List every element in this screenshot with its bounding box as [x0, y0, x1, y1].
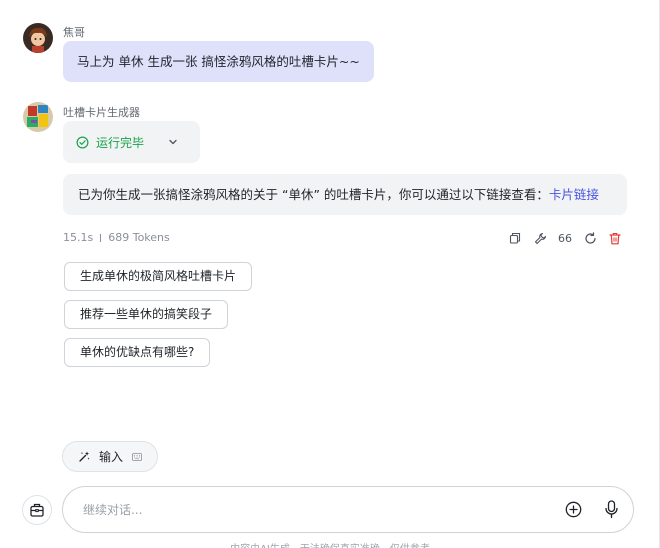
check-circle-icon — [76, 136, 89, 148]
response-meta: 15.1s 689 Tokens — [63, 231, 170, 244]
bot-avatar[interactable] — [23, 102, 53, 132]
message-input[interactable] — [83, 487, 543, 532]
copy-button[interactable] — [507, 230, 523, 246]
card-link[interactable]: 卡片链接 — [549, 187, 599, 202]
suggestion-item[interactable]: 生成单休的极简风格吐槽卡片 — [64, 262, 253, 291]
chat-panel: 焦哥 马上为 单休 生成一张 搞怪涂鸦风格的吐槽卡片~~ 吐槽卡片生成器 运行完… — [0, 0, 660, 548]
side-toolbox-button[interactable] — [22, 495, 52, 525]
ai-disclaimer: 内容由AI生成，无法确保真实准确，仅供参考 — [0, 540, 660, 548]
response-time: 15.1s — [63, 231, 94, 244]
sparkle-icon — [79, 451, 90, 462]
suggestion-item[interactable]: 推荐一些单休的搞笑段子 — [64, 300, 229, 329]
plus-circle-icon[interactable] — [565, 501, 582, 518]
quote-icon: 66 — [558, 231, 572, 245]
input-mode-label: 输入 — [99, 450, 124, 464]
keyboard-icon — [132, 452, 142, 461]
message-composer — [62, 486, 634, 533]
regenerate-button[interactable] — [582, 230, 598, 246]
run-status-label: 运行完毕 — [96, 135, 145, 150]
briefcase-icon — [30, 503, 44, 517]
meta-divider — [100, 233, 102, 242]
user-avatar[interactable] — [23, 23, 53, 53]
user-message-bubble: 马上为 单休 生成一张 搞怪涂鸦风格的吐槽卡片~~ — [63, 41, 374, 82]
chevron-down-icon[interactable] — [168, 137, 178, 147]
user-name: 焦哥 — [63, 26, 85, 39]
delete-button[interactable] — [607, 230, 623, 246]
trash-icon — [609, 232, 621, 244]
run-status-toggle[interactable]: 运行完毕 — [63, 121, 200, 163]
quote-button[interactable]: 66 — [557, 230, 573, 246]
token-count: 689 Tokens — [108, 231, 170, 244]
bot-answer-text: 已为你生成一张搞怪涂鸦风格的关于 “单休” 的吐槽卡片，你可以通过以下链接查看： — [78, 187, 549, 202]
input-mode-button[interactable]: 输入 — [62, 441, 158, 472]
tool-button[interactable] — [532, 230, 548, 246]
bot-answer-bubble: 已为你生成一张搞怪涂鸦风格的关于 “单休” 的吐槽卡片，你可以通过以下链接查看：… — [63, 174, 627, 215]
bot-name: 吐槽卡片生成器 — [63, 106, 140, 119]
copy-icon — [509, 232, 521, 244]
microphone-icon[interactable] — [603, 500, 620, 519]
refresh-icon — [584, 231, 596, 244]
suggestion-item[interactable]: 单休的优缺点有哪些? — [64, 338, 211, 367]
wrench-icon — [534, 232, 546, 244]
